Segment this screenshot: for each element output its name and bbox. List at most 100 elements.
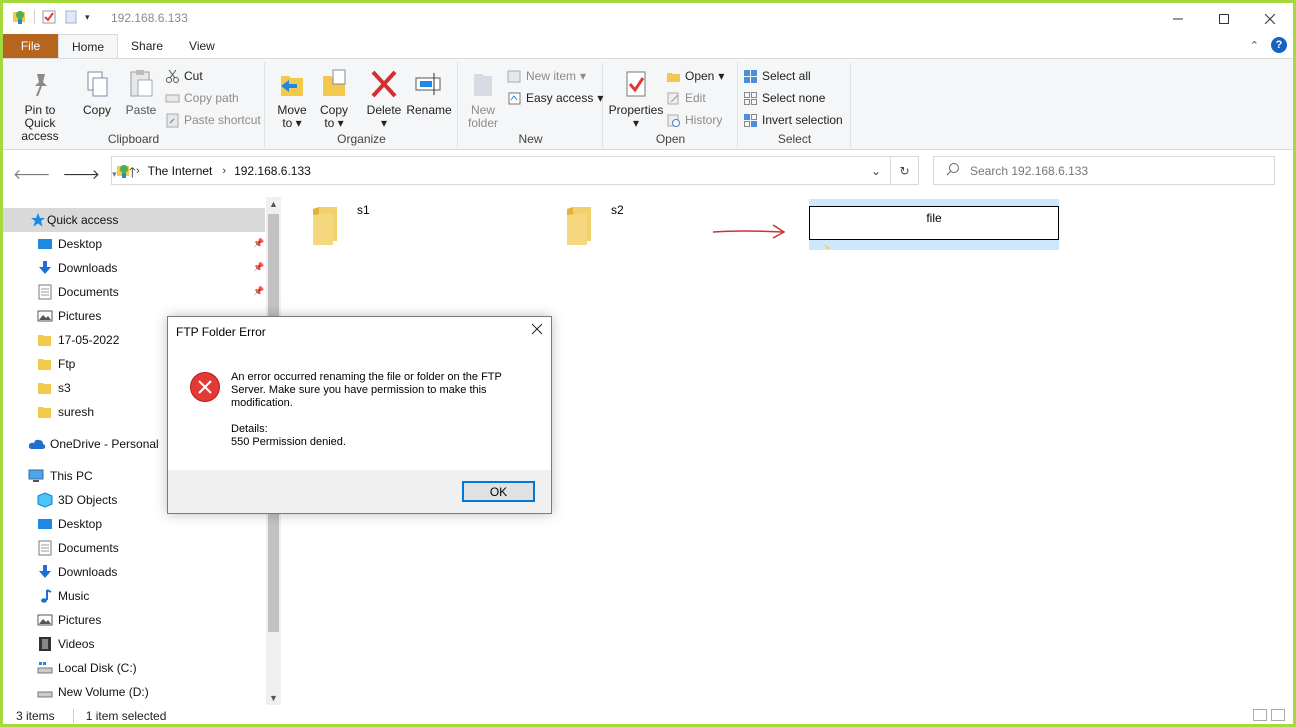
new-folder-button[interactable]: New folder bbox=[465, 68, 501, 130]
drive-icon bbox=[37, 684, 53, 700]
open-folder-icon bbox=[666, 69, 681, 84]
history-button[interactable]: History bbox=[666, 110, 722, 130]
pin-icon: 📌 bbox=[253, 238, 265, 248]
dialog-close-icon[interactable] bbox=[531, 322, 543, 340]
history-icon bbox=[666, 113, 681, 128]
nav-desktop[interactable]: Desktop 📌 bbox=[3, 232, 265, 256]
nav-pc-downloads[interactable]: Downloads bbox=[3, 560, 265, 584]
clipboard-group: Pin to Quick access Copy Paste Cut Copy … bbox=[3, 62, 265, 148]
file-item-renaming[interactable]: file bbox=[809, 199, 1059, 250]
nav-pc-desktop[interactable]: Desktop bbox=[3, 512, 265, 536]
item-count: 3 items bbox=[16, 709, 55, 723]
tab-home[interactable]: Home bbox=[58, 34, 119, 58]
scroll-up-arrow-icon[interactable]: ▲ bbox=[269, 199, 278, 209]
paste-button[interactable]: Paste bbox=[123, 68, 159, 117]
paste-shortcut-button[interactable]: Paste shortcut bbox=[165, 110, 261, 130]
folder-item-s1[interactable]: s1 bbox=[311, 203, 370, 245]
folder-icon bbox=[311, 205, 339, 245]
rename-icon bbox=[414, 68, 444, 100]
refresh-icon[interactable]: ↻ bbox=[890, 157, 918, 184]
maximize-button[interactable] bbox=[1201, 3, 1247, 34]
film-icon bbox=[37, 636, 53, 652]
copy-to-button[interactable]: Copy to ▾ bbox=[316, 68, 352, 130]
nav-music[interactable]: Music bbox=[3, 584, 265, 608]
nav-documents[interactable]: Documents 📌 bbox=[3, 280, 265, 304]
dialog-details: Details: 550 Permission denied. bbox=[231, 423, 531, 449]
new-folder-icon bbox=[468, 68, 498, 100]
rename-input[interactable]: file bbox=[809, 206, 1059, 240]
copy-path-button[interactable]: Copy path bbox=[165, 88, 239, 108]
nav-pc-pictures[interactable]: Pictures bbox=[3, 608, 265, 632]
folder-icon bbox=[565, 205, 593, 245]
organize-label: Organize bbox=[337, 132, 386, 146]
folder-icon bbox=[37, 380, 53, 396]
breadcrumb-ip[interactable]: 192.168.6.133 bbox=[234, 164, 311, 178]
edit-button[interactable]: Edit bbox=[666, 88, 706, 108]
open-button[interactable]: Open ▾ bbox=[666, 66, 724, 86]
cloud-icon bbox=[28, 436, 46, 452]
invert-selection-button[interactable]: Invert selection bbox=[743, 110, 843, 130]
new-folder-qat-icon[interactable] bbox=[63, 9, 79, 25]
download-arrow-icon bbox=[37, 564, 53, 580]
ok-button[interactable]: OK bbox=[462, 481, 535, 502]
status-bar: 3 items 1 item selected bbox=[3, 705, 1293, 724]
large-icons-view-icon[interactable] bbox=[1271, 709, 1285, 721]
new-group: New folder New item ▾ Easy access ▾ New bbox=[459, 62, 603, 148]
details-view-icon[interactable] bbox=[1253, 709, 1267, 721]
properties-icon bbox=[621, 68, 651, 100]
address-dropdown-chevron-icon[interactable]: ⌄ bbox=[862, 157, 890, 184]
delete-button[interactable]: Delete ▾ bbox=[364, 68, 404, 130]
open-label: Open bbox=[655, 132, 686, 146]
breadcrumb-separator-icon[interactable]: › bbox=[222, 165, 226, 177]
nav-new-volume-d[interactable]: New Volume (D:) bbox=[3, 680, 265, 704]
tab-view[interactable]: View bbox=[176, 34, 228, 58]
edit-icon bbox=[666, 91, 681, 106]
folder-item-s2[interactable]: s2 bbox=[565, 203, 624, 245]
back-arrow-icon[interactable]: 🡐 bbox=[13, 166, 51, 183]
search-icon bbox=[946, 162, 960, 179]
easy-access-button[interactable]: Easy access ▾ bbox=[507, 88, 603, 108]
scroll-down-arrow-icon[interactable]: ▼ bbox=[269, 693, 278, 703]
selection-count: 1 item selected bbox=[72, 709, 166, 723]
move-to-icon bbox=[277, 68, 307, 100]
address-bar[interactable]: › The Internet › 192.168.6.133 ⌄ ↻ bbox=[111, 156, 919, 185]
folder-icon bbox=[37, 356, 53, 372]
properties-check-icon[interactable] bbox=[41, 9, 57, 25]
pictures-icon bbox=[37, 308, 53, 324]
select-none-button[interactable]: Select none bbox=[743, 88, 825, 108]
nav-local-disk-c[interactable]: Local Disk (C:) bbox=[3, 656, 265, 680]
nav-quick-access[interactable]: Quick access bbox=[3, 208, 265, 232]
nav-videos[interactable]: Videos bbox=[3, 632, 265, 656]
nav-pc-documents[interactable]: Documents bbox=[3, 536, 265, 560]
copy-button[interactable]: Copy bbox=[79, 68, 115, 117]
cut-button[interactable]: Cut bbox=[165, 66, 203, 86]
explorer-window: ▾ 192.168.6.133 File Home Share View ⌃ ? bbox=[0, 0, 1296, 727]
collapse-ribbon-icon[interactable]: ⌃ bbox=[1250, 39, 1259, 52]
minimize-button[interactable] bbox=[1155, 3, 1201, 34]
search-box[interactable]: Search 192.168.6.133 bbox=[933, 156, 1275, 185]
folder-icon bbox=[37, 404, 53, 420]
properties-button[interactable]: Properties ▾ bbox=[608, 68, 664, 130]
customize-qat-icon[interactable]: ▾ bbox=[85, 9, 101, 25]
rename-button[interactable]: Rename bbox=[406, 68, 452, 117]
dialog-message: An error occurred renaming the file or f… bbox=[231, 371, 502, 409]
documents-icon bbox=[37, 540, 53, 556]
tab-file[interactable]: File bbox=[3, 34, 58, 58]
new-item-button[interactable]: New item ▾ bbox=[507, 66, 586, 86]
close-button[interactable] bbox=[1247, 3, 1293, 34]
nav-downloads[interactable]: Downloads 📌 bbox=[3, 256, 265, 280]
tab-share[interactable]: Share bbox=[118, 34, 176, 58]
move-to-button[interactable]: Move to ▾ bbox=[274, 68, 310, 130]
help-icon[interactable]: ? bbox=[1271, 37, 1287, 53]
annotation-arrow-icon bbox=[711, 221, 787, 244]
breadcrumb-separator-icon[interactable]: › bbox=[136, 165, 140, 177]
title-bar: ▾ 192.168.6.133 bbox=[3, 3, 1293, 34]
ribbon-tabs: File Home Share View ⌃ ? bbox=[3, 34, 1293, 58]
dialog-footer: OK bbox=[168, 470, 551, 513]
breadcrumb-the-internet[interactable]: The Internet bbox=[148, 164, 213, 178]
quick-access-toolbar: ▾ bbox=[12, 9, 101, 25]
details-label: Details: bbox=[231, 423, 268, 435]
select-all-button[interactable]: Select all bbox=[743, 66, 811, 86]
forward-arrow-icon[interactable]: 🡒 bbox=[63, 166, 101, 183]
ftp-folder-error-dialog: FTP Folder Error An error occurred renam… bbox=[167, 316, 552, 514]
